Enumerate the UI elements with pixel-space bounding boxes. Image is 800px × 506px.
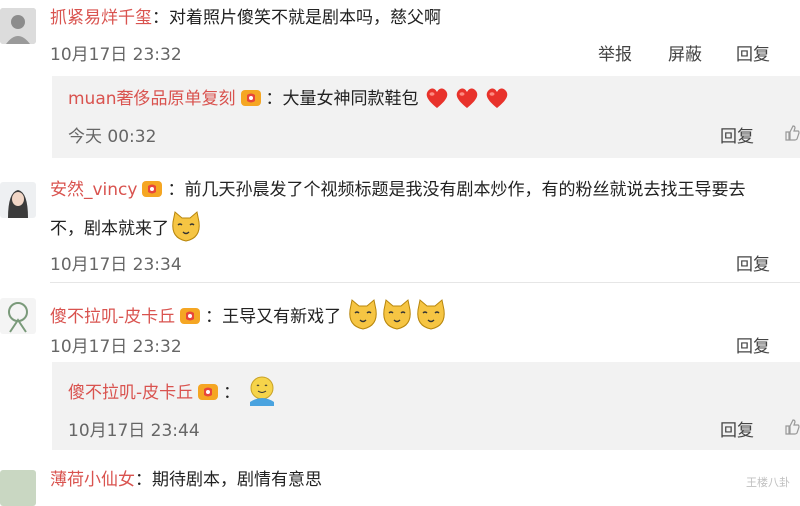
reply-text: ： bbox=[223, 383, 241, 403]
comment-time: 10月17日 23:34 bbox=[50, 255, 182, 275]
avatar[interactable] bbox=[0, 182, 36, 218]
avatar[interactable] bbox=[0, 8, 36, 44]
thumb-up-icon[interactable] bbox=[784, 125, 800, 141]
reply-item: 傻不拉叽-皮卡丘 ： 10月17日 23:44 回复 bbox=[52, 362, 800, 450]
reply-username[interactable]: 傻不拉叽-皮卡丘 bbox=[68, 383, 193, 403]
reply-button[interactable]: 回复 bbox=[736, 250, 770, 275]
heart-emoji-icon bbox=[454, 86, 480, 110]
watermark: 王楼八卦 bbox=[746, 476, 790, 489]
reply-button[interactable]: 回复 bbox=[736, 40, 770, 65]
avatar[interactable] bbox=[0, 298, 36, 334]
reply-button[interactable]: 回复 bbox=[720, 122, 754, 147]
comment-text-continued: 不，剧本就来了 bbox=[50, 219, 169, 239]
block-button[interactable]: 屏蔽 bbox=[668, 40, 702, 65]
reply-item: muan奢侈品原单复刻 ：大量女神同款鞋包 今天 00:32 回复 bbox=[52, 76, 800, 158]
member-badge-icon bbox=[179, 307, 201, 325]
comment-item: 安然_vincy ：前几天孙晨发了个视频标题是我没有剧本炒作，有的粉丝就说去找王导… bbox=[0, 170, 800, 282]
member-badge-icon bbox=[240, 89, 262, 107]
comment-text: ：期待剧本，剧情有意思 bbox=[135, 470, 322, 490]
comment-username[interactable]: 薄荷小仙女 bbox=[50, 470, 135, 490]
comment-username[interactable]: 傻不拉叽-皮卡丘 bbox=[50, 307, 175, 327]
cat-emoji-icon bbox=[380, 298, 414, 332]
comment-text: ：前几天孙晨发了个视频标题是我没有剧本炒作，有的粉丝就说去找王导要去 bbox=[167, 180, 746, 200]
member-badge-icon bbox=[141, 180, 163, 198]
comment-time: 10月17日 23:32 bbox=[50, 337, 182, 357]
comment-time: 10月17日 23:32 bbox=[50, 45, 182, 65]
comment-text: ：对着照片傻笑不就是剧本吗，慈父啊 bbox=[152, 8, 441, 28]
reply-button[interactable]: 回复 bbox=[736, 332, 770, 357]
reply-button[interactable]: 回复 bbox=[720, 416, 754, 441]
member-badge-icon bbox=[197, 383, 219, 401]
avatar[interactable] bbox=[0, 470, 36, 506]
cat-emoji-icon bbox=[414, 298, 448, 332]
cat-emoji-icon bbox=[169, 210, 203, 244]
reply-text: ：大量女神同款鞋包 bbox=[265, 89, 419, 109]
cat-emoji-icon bbox=[346, 298, 380, 332]
comment-item: 抓紧易烊千玺：对着照片傻笑不就是剧本吗，慈父啊 10月17日 23:32 举报 … bbox=[0, 0, 800, 84]
comment-item: 傻不拉叽-皮卡丘 ：王导又有新戏了 10月17日 23:32 回复 bbox=[0, 288, 800, 368]
divider bbox=[50, 282, 800, 283]
reply-username[interactable]: muan奢侈品原单复刻 bbox=[68, 89, 236, 109]
comment-item: 薄荷小仙女：期待剧本，剧情有意思 bbox=[0, 460, 800, 506]
report-button[interactable]: 举报 bbox=[598, 40, 632, 65]
heart-emoji-icon bbox=[484, 86, 510, 110]
comment-username[interactable]: 抓紧易烊千玺 bbox=[50, 8, 152, 28]
comment-text: ：王导又有新戏了 bbox=[205, 307, 342, 327]
reply-time: 今天 00:32 bbox=[68, 127, 157, 147]
thumb-up-icon[interactable] bbox=[784, 419, 800, 435]
heart-emoji-icon bbox=[424, 86, 450, 110]
reply-time: 10月17日 23:44 bbox=[68, 421, 200, 441]
smile-emoji-icon bbox=[245, 374, 279, 408]
comment-username[interactable]: 安然_vincy bbox=[50, 180, 137, 200]
